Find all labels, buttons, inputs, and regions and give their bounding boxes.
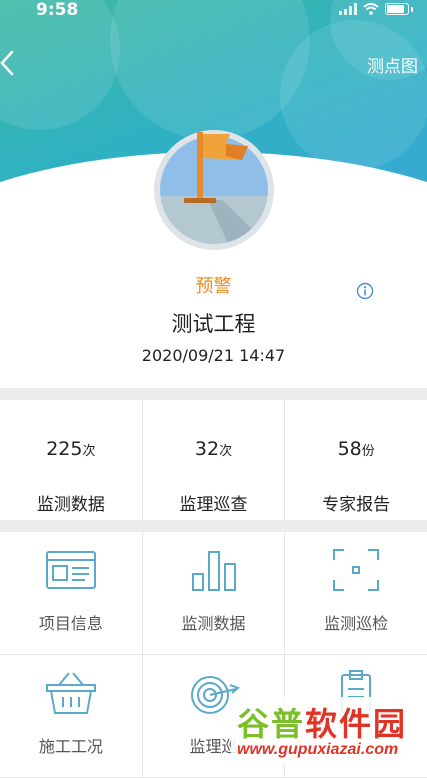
project-info-icon [45, 551, 96, 589]
menu-label: 项目信息 [38, 614, 103, 633]
watermark-title-part1: 谷普 [237, 706, 306, 742]
status-time: 9:58 [36, 0, 79, 20]
stats-row: 225次 监测数据 32次 监理巡查 58份 专家报告 [0, 400, 427, 520]
stat-unit: 次 [219, 444, 233, 459]
wifi-icon [363, 3, 379, 15]
watermark-url: www.gupuxiazai.com [237, 741, 399, 758]
stat-value: 32 [194, 438, 220, 460]
watermark-logo: 谷普软件园 www.gupuxiazai.com [231, 697, 427, 765]
stat-unit: 份 [361, 444, 375, 459]
measure-point-map-link[interactable]: 测点图 [367, 52, 418, 77]
stat-value: 58 [337, 438, 362, 460]
watermark-title-part2: 软件园 [305, 706, 408, 742]
menu-monitoring-data[interactable]: 监测数据 [143, 532, 286, 654]
scan-frame-icon [333, 549, 380, 591]
signal-icon [339, 3, 357, 15]
update-datetime: 2020/09/21 14:47 [141, 346, 286, 365]
bar-chart-icon [191, 551, 236, 591]
stat-expert-report[interactable]: 58份 专家报告 [285, 400, 427, 520]
stat-value: 225 [46, 438, 83, 460]
menu-label: 施工工况 [38, 737, 103, 756]
section-divider [0, 388, 427, 400]
menu-monitoring-inspection[interactable]: 监测巡检 [285, 532, 427, 654]
menu-label: 监测巡检 [324, 614, 389, 633]
stat-monitoring-data[interactable]: 225次 监测数据 [0, 400, 143, 520]
menu-label: 监测数据 [181, 614, 246, 633]
menu-construction-status[interactable]: 施工工况 [0, 655, 143, 777]
stat-label: 专家报告 [322, 495, 391, 515]
section-divider [0, 520, 427, 532]
stat-label: 监理巡查 [179, 495, 248, 515]
warning-flag-icon [152, 128, 276, 252]
project-name: 测试工程 [171, 312, 256, 336]
status-icons [339, 3, 413, 15]
basket-icon [45, 672, 96, 714]
chevron-left-icon [0, 50, 14, 76]
back-button[interactable] [0, 46, 30, 80]
stat-unit: 次 [82, 444, 96, 459]
status-bar: 9:58 [0, 0, 427, 22]
stat-label: 监测数据 [36, 495, 105, 515]
menu-project-info[interactable]: 项目信息 [0, 532, 143, 654]
info-icon[interactable] [356, 282, 374, 300]
stat-supervision-patrol[interactable]: 32次 监理巡查 [143, 400, 286, 520]
battery-icon [385, 3, 409, 15]
